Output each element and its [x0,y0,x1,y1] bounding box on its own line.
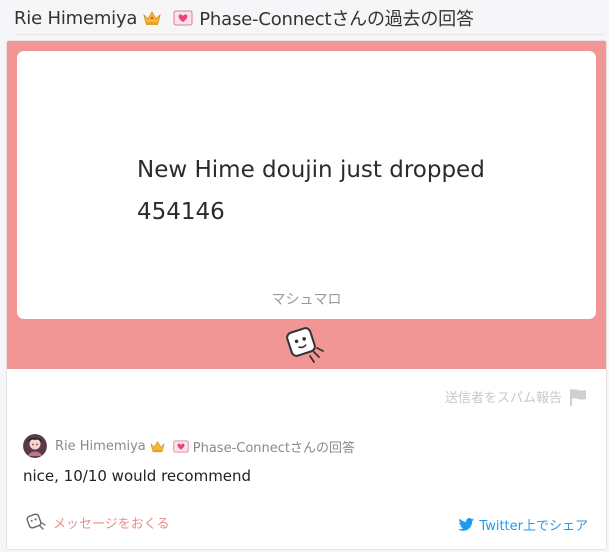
answer-header: Rie Himemiya Phase-Connectさんの回答 [23,434,355,458]
send-message-label: メッセージをおくる [53,516,170,532]
title-divider [14,34,604,35]
crown-icon [150,440,165,453]
answer-text: nice, 10/10 would recommend [23,467,252,485]
marshmallow-icon [26,513,46,530]
send-message-link[interactable]: メッセージをおくる [25,512,169,532]
avatar[interactable] [23,434,47,458]
flag-icon [570,388,586,406]
question-box: New Hime doujin just dropped 454146 マシュマ… [17,51,596,319]
twitter-share-label: Twitter上でシェア [479,519,588,534]
twitter-bird-icon [458,517,475,531]
marshmallow-band: New Hime doujin just dropped 454146 マシュマ… [7,41,606,369]
page-title: Rie Himemiya Phase-Connectさんの過去の回答 [14,5,474,31]
question-text: New Hime doujin just dropped 454146 [137,157,485,225]
heart-letter-icon [173,440,189,453]
answer-card: New Hime doujin just dropped 454146 マシュマ… [6,40,607,550]
report-spam-label: 送信者をスパム報告 [444,391,562,406]
heart-letter-icon [173,10,193,26]
marshmallow-mascot-icon [283,324,329,366]
answer-author-suffix: Phase-Connectさんの回答 [192,440,356,456]
crown-icon [143,10,162,26]
report-spam-link[interactable]: 送信者をスパム報告 [445,387,588,406]
page-title-name: Rie Himemiya [14,7,138,29]
twitter-share-link[interactable]: Twitter上でシェア [458,515,588,534]
page-title-suffix: Phase-Connectさんの過去の回答 [199,9,474,30]
answer-author[interactable]: Rie Himemiya [55,439,146,454]
question-brand: マシュマロ [271,292,342,308]
